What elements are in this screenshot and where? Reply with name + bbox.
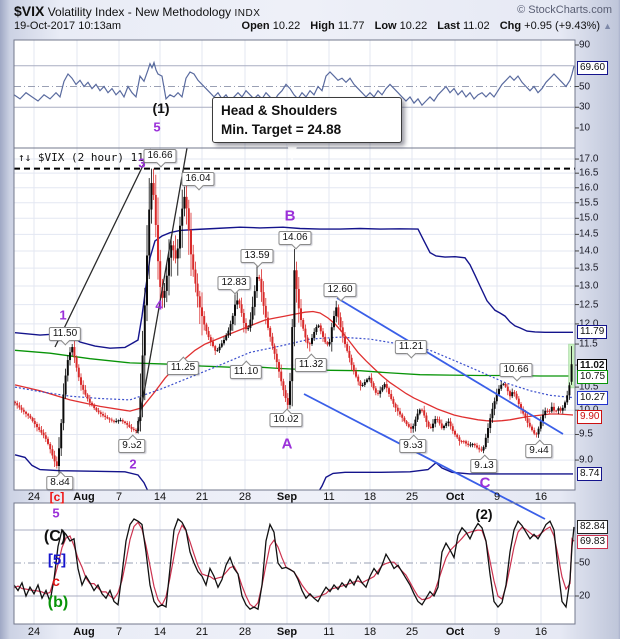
x-axis-date-label: 28 <box>239 626 251 638</box>
y-axis-tick-label: 13.5 <box>579 263 598 274</box>
y-axis-value-box: 9.90 <box>577 410 602 424</box>
x-axis-date-label: 16 <box>535 626 547 638</box>
elliott-wave-label: 2 <box>129 457 136 472</box>
y-axis-tick-label: 15.5 <box>579 197 598 208</box>
y-axis-value-box: 10.75 <box>577 370 608 384</box>
elliott-wave-label: C <box>480 475 491 492</box>
x-axis-date-label: 16 <box>535 491 547 503</box>
y-axis-tick-label: 13.0 <box>579 281 598 292</box>
y-axis-tick-label: 14.5 <box>579 229 598 240</box>
elliott-wave-label: (2) <box>475 506 492 522</box>
x-axis-wave-label: [c] <box>50 490 65 504</box>
y-axis-tick-label: 50 <box>579 81 590 92</box>
x-axis-date-label: 9 <box>494 491 500 503</box>
x-axis-date-label: Sep <box>277 626 297 638</box>
price-callout: 13.59 <box>240 249 273 263</box>
y-axis-tick-label: 14.0 <box>579 245 598 256</box>
x-axis-date-label: 14 <box>154 491 166 503</box>
elliott-wave-label: (C) <box>44 528 66 546</box>
x-axis-date-label: 24 <box>28 626 40 638</box>
y-axis-tick-label: 20 <box>579 591 590 602</box>
x-axis-date-label: Oct <box>446 491 464 503</box>
y-axis-value-box: 69.60 <box>577 61 608 75</box>
y-axis-value-box: 82.84 <box>577 520 608 534</box>
x-axis-date-label: Aug <box>73 626 94 638</box>
price-callout: 16.66 <box>143 149 176 163</box>
chart-canvas <box>0 0 620 639</box>
price-callout: 9.13 <box>470 459 497 473</box>
price-callout: 9.44 <box>525 444 552 458</box>
x-axis-date-label: 11 <box>323 491 334 503</box>
y-axis-tick-label: 90 <box>579 40 590 51</box>
y-axis-tick-label: 30 <box>579 102 590 113</box>
price-callout: 14.06 <box>278 231 311 245</box>
y-axis-value-box: 10.27 <box>577 391 608 405</box>
x-axis-date-label: 25 <box>406 491 418 503</box>
elliott-wave-label: 5 <box>52 506 59 521</box>
price-callout: 11.32 <box>295 358 327 372</box>
price-callout: 8.84 <box>46 476 73 490</box>
elliott-wave-label: c <box>52 573 60 589</box>
annotation-line1: Head & Shoulders <box>221 101 393 120</box>
price-callout: 9.52 <box>118 439 145 453</box>
y-axis-tick-label: 17.0 <box>579 154 598 165</box>
price-callout: 11.10 <box>230 365 262 379</box>
price-callout: 11.21 <box>395 340 427 354</box>
x-axis-date-label: Aug <box>73 491 94 503</box>
elliott-wave-label: (b) <box>48 594 68 612</box>
x-axis-date-label: 25 <box>406 626 418 638</box>
y-axis-value-box: 8.74 <box>577 467 602 481</box>
y-axis-value-box: 11.79 <box>577 325 607 339</box>
y-axis-tick-label: 16.0 <box>579 182 598 193</box>
price-callout: 12.83 <box>217 276 250 290</box>
x-axis-date-label: 24 <box>28 491 40 503</box>
elliott-wave-label: 1 <box>59 308 66 323</box>
y-axis-tick-label: 16.5 <box>579 168 598 179</box>
x-axis-date-label: 18 <box>364 491 376 503</box>
price-callout: 11.25 <box>167 361 199 375</box>
price-callout: 10.66 <box>499 363 532 377</box>
elliott-wave-label: B <box>285 208 296 225</box>
x-axis-date-label: 18 <box>364 626 376 638</box>
y-axis-tick-label: 9.5 <box>579 429 593 440</box>
y-axis-tick-label: 10 <box>579 123 590 134</box>
y-axis-tick-label: 15.0 <box>579 213 598 224</box>
elliott-wave-label: A <box>282 436 293 453</box>
head-shoulders-annotation: Head & Shoulders Min. Target = 24.88 <box>212 97 402 143</box>
y-axis-tick-label: 11.5 <box>579 339 598 350</box>
x-axis-date-label: 11 <box>323 626 334 638</box>
price-callout: 10.02 <box>269 413 302 427</box>
x-axis-date-label: 7 <box>116 491 122 503</box>
price-callout: 16.04 <box>181 172 214 186</box>
x-axis-date-label: 14 <box>154 626 166 638</box>
y-axis-value-box: 69.83 <box>577 535 608 549</box>
x-axis-date-label: 21 <box>196 626 208 638</box>
elliott-wave-label: 4 <box>155 298 162 313</box>
price-callout: 11.50 <box>49 327 81 341</box>
y-axis-tick-label: 50 <box>579 558 590 569</box>
y-axis-tick-label: 12.5 <box>579 299 598 310</box>
annotation-line2: Min. Target = 24.88 <box>221 120 393 139</box>
elliott-wave-label: [5] <box>48 552 66 569</box>
price-callout: 9.53 <box>399 439 426 453</box>
x-axis-date-label: 7 <box>116 626 122 638</box>
elliott-wave-label: (1) <box>152 100 169 116</box>
x-axis-date-label: Oct <box>446 626 464 638</box>
x-axis-date-label: 28 <box>239 491 251 503</box>
x-axis-date-label: 9 <box>494 626 500 638</box>
x-axis-date-label: 21 <box>196 491 208 503</box>
price-callout: 12.60 <box>323 283 356 297</box>
y-axis-tick-label: 9.0 <box>579 455 593 466</box>
elliott-wave-label: 5 <box>153 120 160 135</box>
stockcharts-chart-page: $VIX Volatility Index - New Methodology … <box>0 0 620 639</box>
x-axis-date-label: Sep <box>277 491 297 503</box>
